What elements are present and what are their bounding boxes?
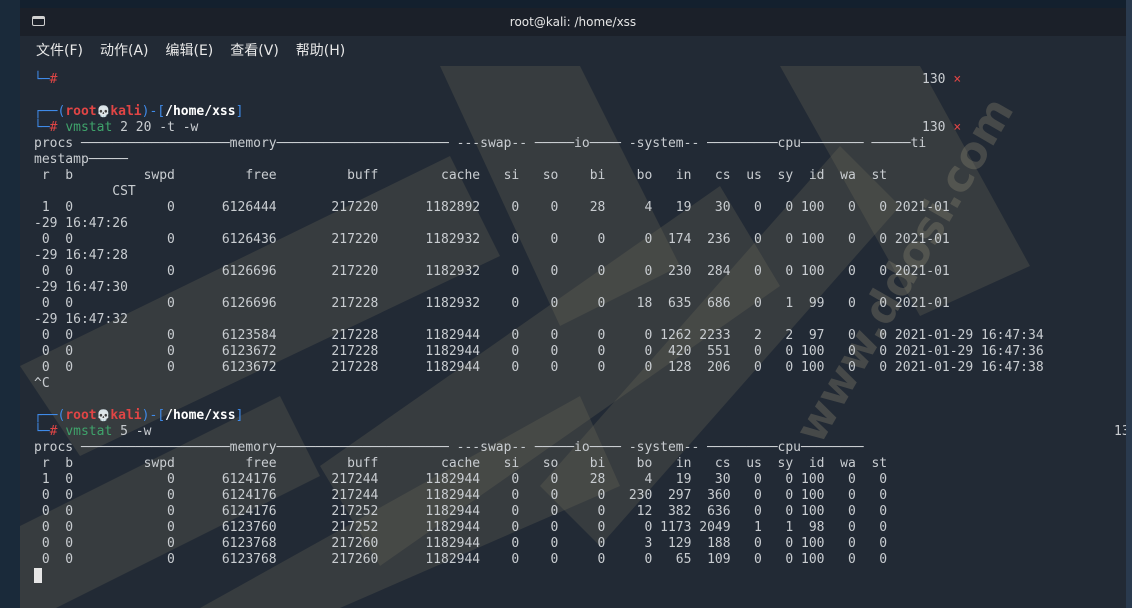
text-cursor [34,568,42,583]
menu-bar: 文件(F) 动作(A) 编辑(E) 查看(V) 帮助(H) [20,36,1126,66]
skull-icon: 💀 [96,105,111,118]
output-line: procs ───────────────────memory─────────… [34,136,927,151]
output-line: 0 0 0 6126696 217228 1182932 0 0 0 18 63… [34,296,950,311]
command-args: 5 -w [112,424,152,439]
output-line: procs ───────────────────memory─────────… [34,440,864,455]
prompt-header: ┌──(root💀kali)-[/home/xss] [34,408,244,423]
command-line-1: └─# vmstat 2 20 -t -w 130 × [34,120,962,135]
output-line: 0 0 0 6126696 217220 1182932 0 0 0 0 230… [34,264,950,279]
output-line: -29 16:47:26 [34,216,128,231]
output-line: 1 0 0 6124176 217244 1182944 0 0 28 4 19… [34,472,888,487]
menu-help[interactable]: 帮助(H) [289,36,352,66]
prompt-user: root [65,104,97,119]
terminal-window-icon[interactable] [32,16,45,26]
menu-edit[interactable]: 编辑(E) [159,36,221,66]
skull-icon: 💀 [96,409,111,422]
output-line: -29 16:47:28 [34,248,128,263]
output-line: 0 0 0 6123672 217228 1182944 0 0 0 0 420… [34,344,1044,359]
menu-actions[interactable]: 动作(A) [93,36,156,66]
output-line: 0 0 0 6123760 217252 1182944 0 0 0 0 117… [34,520,888,535]
output-line: 0 0 0 6123768 217260 1182944 0 0 0 0 65 … [34,552,888,567]
menu-view[interactable]: 查看(V) [223,36,286,66]
command-name: vmstat [65,120,113,135]
output-line: -29 16:47:32 [34,312,128,327]
prompt-path: /home/xss [165,104,236,119]
cursor-line[interactable] [34,568,1126,584]
prompt-host: kali [110,408,142,423]
output-line: -29 16:47:30 [34,280,128,295]
output-line: 0 0 0 6124176 217252 1182944 0 0 0 12 38… [34,504,888,519]
prompt-user: root [65,408,97,423]
prompt-host: kali [110,104,142,119]
command-name: vmstat [65,424,113,439]
output-line: 0 0 0 6123768 217260 1182944 0 0 0 3 129… [34,536,888,551]
desktop-background-right [1126,0,1132,608]
output-line: r b swpd free buff cache si so bi bo in … [34,456,888,471]
prompt-line-prev: └─# 130 × [34,72,962,87]
exit-status: 130 × [922,72,962,87]
output-line: mestamp───── [34,152,128,167]
prompt-path: /home/xss [165,408,236,423]
output-line: 0 0 0 6124176 217244 1182944 0 0 0 230 2… [34,488,888,503]
command-args: 2 20 -t -w [112,120,199,135]
output-line: 0 0 0 6123584 217228 1182944 0 0 0 0 126… [34,328,1044,343]
output-line: 1 0 0 6126444 217220 1182892 0 0 28 4 19… [34,200,950,215]
prompt-header: ┌──(root💀kali)-[/home/xss] [34,104,244,119]
output-line: ^C [34,376,50,391]
output-line: 0 0 0 6123672 217228 1182944 0 0 0 0 128… [34,360,1044,375]
error-x-icon: × [953,72,962,87]
output-line: CST [34,184,136,199]
exit-status: 130 × [922,120,962,135]
desktop-background-left [0,0,20,608]
terminal-window: root@kali: /home/xss 文件(F) 动作(A) 编辑(E) 查… [20,8,1126,608]
title-bar: root@kali: /home/xss [20,8,1126,36]
output-line: 0 0 0 6126436 217220 1182932 0 0 0 0 174… [34,232,950,247]
output-line: r b swpd free buff cache si so bi bo in … [34,168,888,183]
command-line-2: └─# vmstat 5 -w130 [34,424,1126,440]
menu-file[interactable]: 文件(F) [29,36,90,66]
window-title: root@kali: /home/xss [509,15,637,29]
error-x-icon: × [953,120,962,135]
terminal-output[interactable]: www.ddosi.com └─# 130 × ┌──(root💀kali)-[/… [20,66,1126,608]
exit-status-truncated: 130 [1114,424,1126,439]
